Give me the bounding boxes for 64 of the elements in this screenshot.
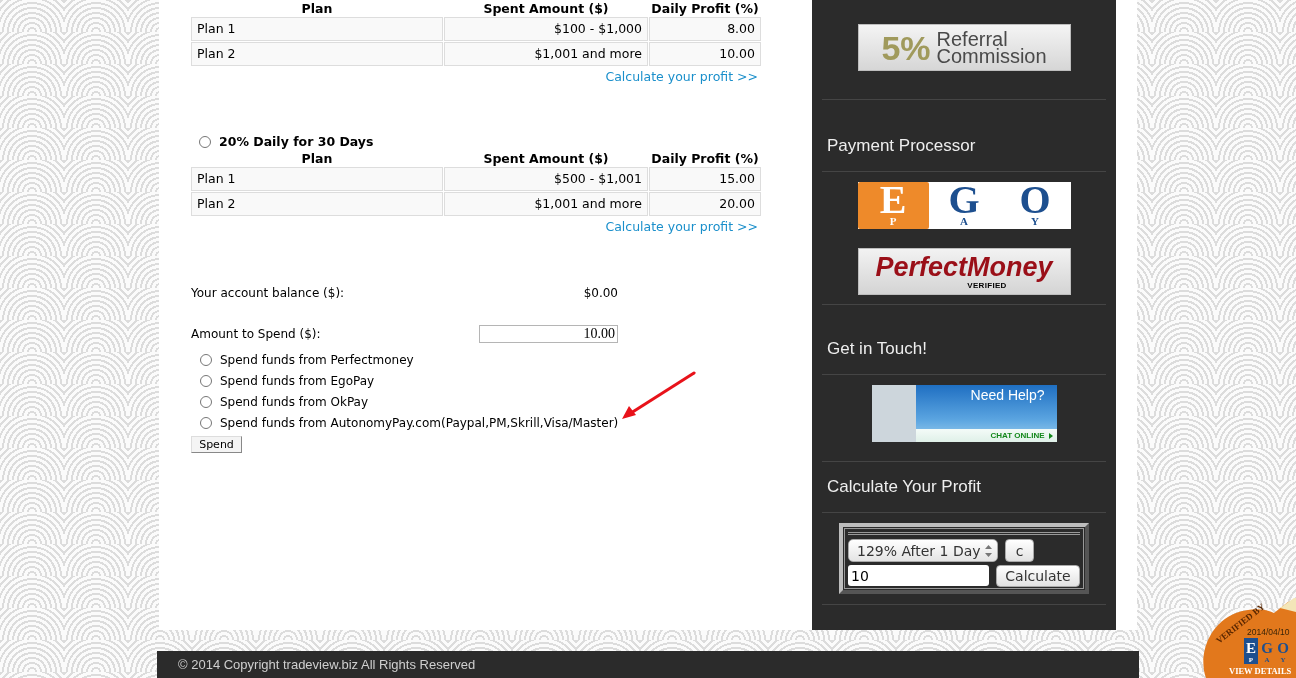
logo-letter: E — [1246, 640, 1256, 656]
payment-radio[interactable] — [200, 374, 212, 387]
spinner-arrows-icon — [985, 544, 992, 557]
referral-percent: 5% — [881, 30, 931, 65]
spend-button[interactable]: Spend — [191, 436, 242, 453]
table-cell: $500 - $1,001 — [444, 167, 648, 191]
table-cell: Plan 2 — [191, 192, 443, 216]
column-header: Daily Profit (%) — [650, 151, 760, 166]
photo-placeholder — [871, 385, 916, 442]
payment-option-label[interactable]: Spend funds from EgoPay — [220, 371, 375, 390]
payment-option-label[interactable]: Spend funds from OkPay — [220, 392, 369, 411]
brand-name: PerfectMoney — [875, 253, 1053, 281]
chat-banner[interactable]: Need Help? CHAT ONLINE — [871, 385, 1057, 442]
calculate-button[interactable]: Calculate — [996, 565, 1080, 587]
column-header: Spent Amount ($) — [482, 1, 610, 16]
table-cell: $1,001 and more — [444, 192, 648, 216]
logo-letter: E — [879, 184, 907, 216]
plan-select[interactable]: 129% After 1 Day — [848, 539, 998, 562]
referral-text: Commission — [936, 47, 1047, 65]
plan-radio[interactable] — [199, 136, 211, 148]
table-cell: 15.00 — [649, 167, 761, 191]
table-cell: Plan 1 — [191, 17, 443, 41]
page-curl-icon — [1280, 598, 1296, 612]
referral-text: Referral — [936, 30, 1008, 48]
copyright-text: © 2014 Copyright tradeview.biz All Rights Reserved — [178, 657, 476, 672]
balance-value: $0.00 — [583, 285, 618, 301]
table-cell: $100 - $1,000 — [444, 17, 648, 41]
table-cell: 8.00 — [649, 17, 761, 41]
payment-option-label[interactable]: Spend funds from AutonomyPay.com(Paypal,PM,Skrill,Visa/Master) — [220, 413, 619, 432]
sidebar-heading: Get in Touch! — [822, 305, 1106, 375]
payment-radio[interactable] — [200, 416, 212, 429]
sidebar-heading: Calculate Your Profit — [822, 462, 1106, 513]
amount-label: Amount to Spend ($): — [191, 326, 321, 343]
column-header: Daily Profit (%) — [650, 1, 760, 16]
column-header: Plan — [300, 1, 334, 16]
clear-button[interactable]: c — [1005, 539, 1034, 562]
table-cell: 10.00 — [649, 42, 761, 66]
logo-letter: G — [948, 184, 980, 216]
logo-letter: Y — [1031, 216, 1039, 227]
play-icon — [1048, 432, 1053, 439]
amount-field[interactable]: 10 — [848, 565, 989, 586]
chat-online-link[interactable]: CHAT ONLINE — [990, 430, 1045, 441]
calculate-profit-link[interactable]: Calculate your profit >> — [605, 219, 758, 234]
logo-letter: O — [1277, 640, 1289, 656]
payment-radio[interactable] — [200, 395, 212, 408]
payment-option-label[interactable]: Spend funds from Perfectmoney — [220, 350, 414, 369]
logo-letter: A — [960, 216, 968, 227]
column-header: Plan — [300, 151, 334, 166]
chat-title: Need Help? — [969, 386, 1046, 405]
table-cell: 20.00 — [649, 192, 761, 216]
amount-field[interactable]: 10.00 — [479, 325, 618, 343]
logo-letter: O — [1019, 184, 1051, 216]
table-cell: Plan 1 — [191, 167, 443, 191]
payment-radio[interactable] — [200, 353, 212, 366]
plan-title[interactable]: 20% Daily for 30 Days — [219, 132, 374, 152]
table-cell: $1,001 and more — [444, 42, 648, 66]
column-header: Spent Amount ($) — [482, 151, 610, 166]
sidebar-heading: Payment Processor — [822, 100, 1106, 172]
logo-letter: P — [889, 216, 897, 227]
table-cell: Plan 2 — [191, 42, 443, 66]
calculate-profit-link[interactable]: Calculate your profit >> — [605, 69, 758, 84]
balance-label: Your account balance ($): — [191, 285, 345, 301]
verified-label: VERIFIED — [967, 280, 1007, 290]
logo-letter: G — [1261, 640, 1273, 656]
